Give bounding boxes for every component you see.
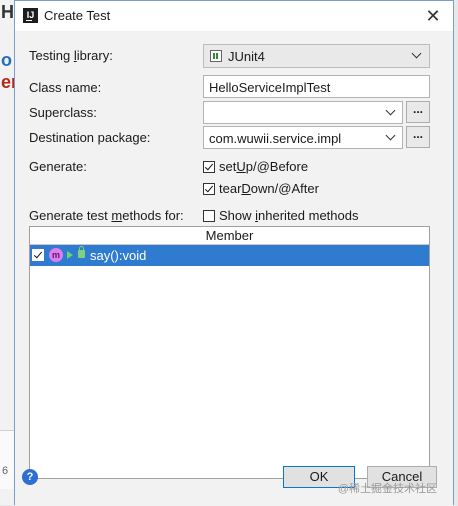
junit-icon xyxy=(210,50,222,62)
override-icon xyxy=(67,251,73,259)
chevron-down-icon xyxy=(411,48,422,59)
setup-checkbox[interactable] xyxy=(203,161,215,173)
background-char: H xyxy=(1,2,14,22)
testing-library-label: Testing library: xyxy=(29,48,113,63)
intellij-icon: IJ xyxy=(23,8,38,23)
testing-library-dropdown[interactable]: JUnit4 xyxy=(203,44,430,68)
teardown-checkbox[interactable] xyxy=(203,183,215,195)
superclass-dropdown[interactable] xyxy=(203,101,403,124)
help-button[interactable]: ? xyxy=(22,469,38,485)
member-name: say():void xyxy=(90,248,147,263)
generate-label: Generate: xyxy=(29,159,87,174)
close-button[interactable]: ✕ xyxy=(419,3,447,29)
background-char: o xyxy=(1,50,12,70)
members-table[interactable]: Member m say():void xyxy=(29,226,430,479)
superclass-label: Superclass: xyxy=(29,105,97,120)
background-footer: 6 xyxy=(0,430,14,489)
destination-package-value: com.wuwii.service.impl xyxy=(209,131,342,146)
setup-label: setUp/@Before xyxy=(219,159,309,174)
superclass-browse-button[interactable]: ... xyxy=(406,101,430,123)
mnemonic: l xyxy=(73,48,77,63)
chevron-down-icon xyxy=(385,130,396,141)
dialog-title: Create Test xyxy=(44,8,111,23)
member-column-header[interactable]: Member xyxy=(30,227,429,245)
class-name-value: HelloServiceImplTest xyxy=(209,80,331,95)
background-text: 6 xyxy=(2,465,9,477)
class-name-label: Class name: xyxy=(29,80,102,95)
table-row[interactable]: m say():void xyxy=(30,245,429,266)
destination-package-browse-button[interactable]: ... xyxy=(406,126,430,148)
watermark: @稀土掘金技术社区 xyxy=(337,483,437,495)
show-inherited-label: Show inherited methods xyxy=(219,208,359,223)
method-icon: m xyxy=(49,248,63,262)
destination-package-dropdown[interactable]: com.wuwii.service.impl xyxy=(203,126,403,149)
chevron-down-icon xyxy=(385,105,396,116)
public-icon xyxy=(78,246,85,258)
testing-library-value: JUnit4 xyxy=(228,49,265,64)
generate-methods-label: Generate test methods for: xyxy=(29,208,184,223)
teardown-label: tearDown/@After xyxy=(219,181,319,196)
show-inherited-checkbox[interactable] xyxy=(203,210,215,222)
destination-package-label: Destination package: xyxy=(29,130,151,145)
class-name-field[interactable]: HelloServiceImplTest xyxy=(203,75,430,98)
title-bar: IJ Create Test ✕ xyxy=(15,1,453,31)
member-checkbox[interactable] xyxy=(32,249,44,261)
create-test-dialog: IJ Create Test ✕ Testing library: JUnit4… xyxy=(14,0,454,506)
dialog-content: Testing library: JUnit4 Class name: Hell… xyxy=(15,31,453,506)
background-ide-strip: H o er 6 xyxy=(0,0,18,505)
